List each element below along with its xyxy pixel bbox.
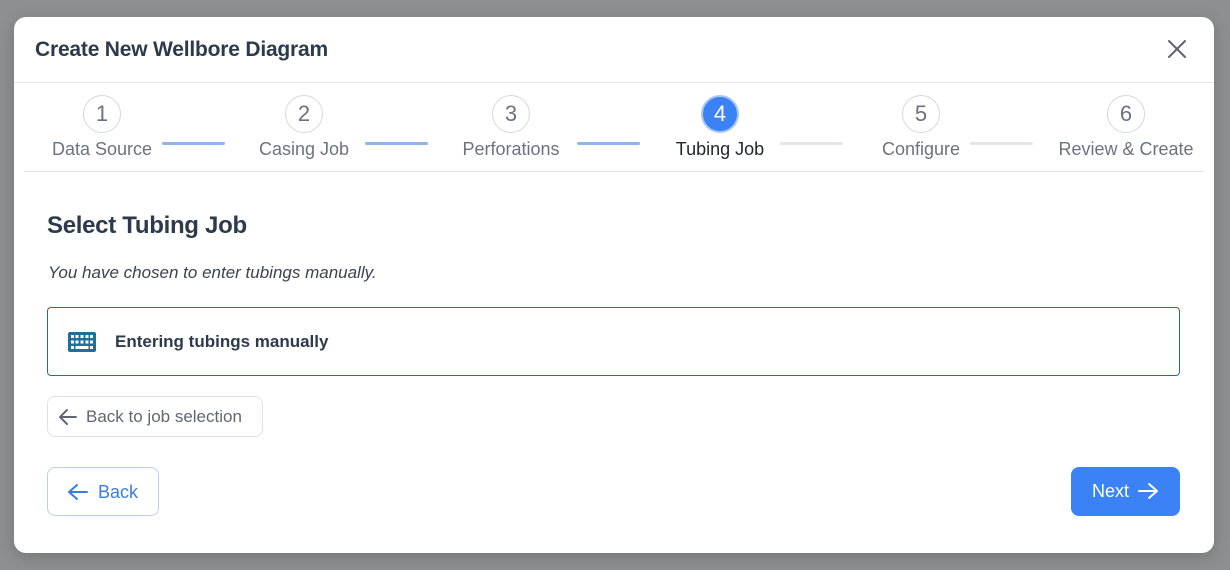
step-connector [780, 142, 843, 145]
back-to-job-selection-label: Back to job selection [86, 407, 242, 426]
step-number: 2 [285, 95, 323, 133]
section-title: Select Tubing Job [47, 212, 247, 239]
step-number: 4 [701, 95, 739, 133]
close-button[interactable] [1166, 38, 1188, 60]
step-connector [970, 142, 1033, 145]
arrow-left-icon [59, 409, 77, 425]
section-subtitle: You have chosen to enter tubings manuall… [48, 263, 377, 282]
step-number: 6 [1107, 95, 1145, 133]
step-label: Tubing Job [675, 139, 765, 159]
create-wellbore-modal: Create New Wellbore Diagram 1 Data Sourc… [14, 17, 1214, 553]
back-to-job-selection-button[interactable]: Back to job selection [47, 396, 263, 437]
step-connector [365, 142, 428, 145]
step-perforations[interactable]: 3 Perforations [450, 95, 572, 160]
step-number: 3 [492, 95, 530, 133]
step-label: Data Source [51, 139, 153, 159]
step-number: 1 [83, 95, 121, 133]
back-button[interactable]: Back [47, 467, 159, 516]
step-label: Review & Create [1058, 139, 1194, 159]
step-label: Perforations [462, 139, 560, 159]
next-button-label: Next [1092, 481, 1130, 501]
step-connector [162, 142, 225, 145]
manual-entry-card[interactable]: Entering tubings manually [47, 307, 1180, 376]
step-label: Configure [881, 139, 961, 159]
step-tubing-job[interactable]: 4 Tubing Job [664, 95, 776, 160]
step-review-create[interactable]: 6 Review & Create [1056, 95, 1196, 160]
step-number: 5 [902, 95, 940, 133]
step-data-source[interactable]: 1 Data Source [45, 95, 159, 160]
arrow-right-icon [1138, 483, 1158, 499]
stepper: 1 Data Source 2 Casing Job 3 Perforation… [24, 84, 1203, 172]
back-button-label: Back [98, 482, 139, 502]
step-casing-job[interactable]: 2 Casing Job [248, 95, 360, 160]
next-button[interactable]: Next [1071, 467, 1180, 516]
modal-header: Create New Wellbore Diagram [14, 17, 1214, 83]
step-label: Casing Job [258, 139, 350, 159]
manual-entry-label: Entering tubings manually [115, 332, 329, 351]
close-icon [1168, 40, 1186, 58]
modal-title: Create New Wellbore Diagram [35, 38, 328, 61]
keyboard-icon [68, 332, 96, 352]
step-configure[interactable]: 5 Configure [865, 95, 977, 160]
step-connector [577, 142, 640, 145]
arrow-left-icon [68, 484, 88, 500]
